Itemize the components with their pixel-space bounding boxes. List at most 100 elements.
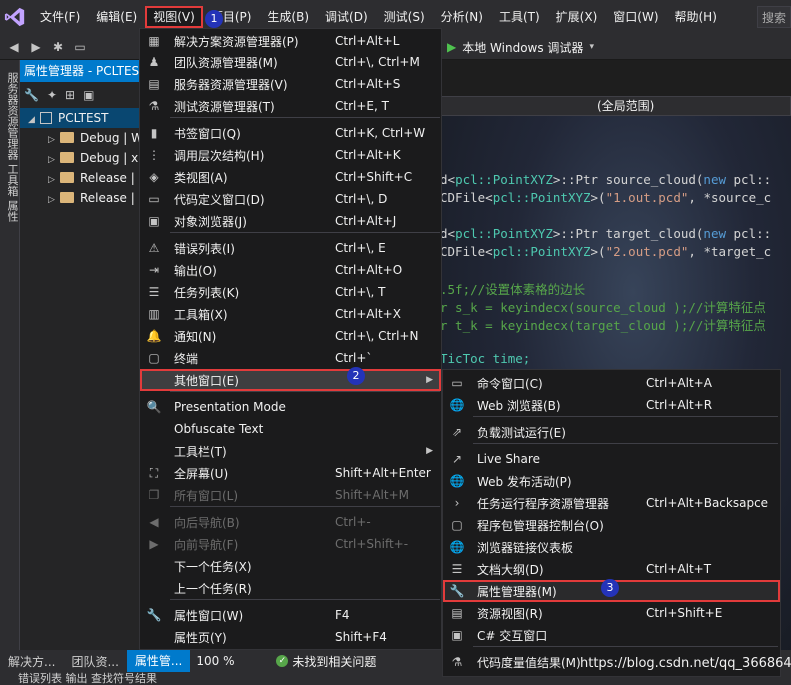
code-string: "2.out.pcd": [605, 244, 689, 259]
all-windows-icon: ❐: [148, 488, 160, 502]
other-windows-menu-item[interactable]: ⇗ 负载测试运行(E): [443, 421, 780, 443]
menu-tools[interactable]: 工具(T): [491, 6, 548, 28]
code-line[interactable]: CDFile<pcl::PointXYZ>("2.out.pcd", *targ…: [440, 244, 771, 259]
menu-build[interactable]: 生成(B): [259, 6, 317, 28]
other-windows-menu-item[interactable]: ▤ 资源视图(R) Ctrl+Shift+E: [443, 602, 780, 624]
menu-edit[interactable]: 编辑(E): [88, 6, 145, 28]
view-menu-item[interactable]: 工具栏(T) ▶: [140, 440, 441, 462]
open-folder-icon[interactable]: ▭: [72, 39, 88, 55]
view-menu-item[interactable]: ▦ 解决方案资源管理器(P) Ctrl+Alt+L: [140, 30, 441, 52]
collapsed-arrow-icon[interactable]: ▷: [48, 130, 60, 148]
menu-help[interactable]: 帮助(H): [667, 6, 725, 28]
tree-item[interactable]: ▷ Debug | x: [20, 148, 139, 168]
tab-solution-explorer[interactable]: 解决方...: [0, 653, 63, 670]
other-windows-menu-item[interactable]: ▣ C# 交互窗口: [443, 624, 780, 646]
expanded-arrow-icon[interactable]: ◢: [28, 110, 40, 128]
shortcut-text: Ctrl+Alt+J: [335, 214, 397, 228]
view-menu-item[interactable]: ◈ 类视图(A) Ctrl+Shift+C: [140, 166, 441, 188]
view-menu-item[interactable]: ▣ 对象浏览器(J) Ctrl+Alt+J: [140, 210, 441, 232]
side-tool-strip-label[interactable]: 服务器资源管理器 工具箱 属性: [4, 72, 20, 222]
collapsed-arrow-icon[interactable]: ▷: [48, 190, 60, 208]
other-windows-menu-item[interactable]: › 任务运行程序资源管理器 Ctrl+Alt+Backsapce: [443, 492, 780, 514]
start-debugging-button[interactable]: ▶ 本地 Windows 调试器 ▾: [447, 38, 594, 56]
collapsed-arrow-icon[interactable]: ▷: [48, 170, 60, 188]
code-line[interactable]: r t_k = keyindecx(target_cloud );//计算特征点: [440, 315, 766, 334]
view-menu-item[interactable]: ⇥ 输出(O) Ctrl+Alt+O: [140, 259, 441, 281]
view-menu-item[interactable]: 下一个任务(X): [140, 555, 441, 577]
shortcut-text: Ctrl+Alt+O: [335, 263, 403, 277]
other-windows-menu-item[interactable]: ▭ 命令窗口(C) Ctrl+Alt+A: [443, 372, 780, 394]
view-menu-item[interactable]: ☰ 任务列表(K) Ctrl+\, T: [140, 281, 441, 303]
view-menu-item[interactable]: ▥ 工具箱(X) Ctrl+Alt+X: [140, 303, 441, 325]
issues-indicator[interactable]: ✓ 未找到相关问题: [276, 653, 376, 670]
view-menu-item[interactable]: ⋮ 调用层次结构(H) Ctrl+Alt+K: [140, 144, 441, 166]
view-menu-item[interactable]: ⛶ 全屏幕(U) Shift+Alt+Enter: [140, 462, 441, 484]
globe-icon: 🌐: [449, 398, 465, 412]
menu-debug[interactable]: 调试(D): [317, 6, 376, 28]
chevron-down-icon[interactable]: ▾: [589, 42, 594, 52]
tree-item[interactable]: ▷ Release |: [20, 188, 139, 208]
shortcut-text: Ctrl+E, T: [335, 99, 389, 113]
shortcut-text: Ctrl+\, D: [335, 192, 388, 206]
menu-window[interactable]: 窗口(W): [605, 6, 666, 28]
view-menu-item[interactable]: ⚗ 测试资源管理器(T) Ctrl+E, T: [140, 95, 441, 117]
view-menu-item-label: 任务列表(K): [174, 285, 240, 300]
tree-item[interactable]: ▷ Debug | W: [20, 128, 139, 148]
code-line[interactable]: TicToc time;: [440, 351, 530, 366]
other-windows-menu-item[interactable]: 🌐 Web 浏览器(B) Ctrl+Alt+R: [443, 394, 780, 416]
view-menu-item[interactable]: ▢ 终端 Ctrl+`: [140, 347, 441, 369]
code-metrics-icon: ⚗: [451, 655, 463, 669]
view-menu-item-other-windows[interactable]: 其他窗口(E) ▶: [140, 369, 441, 391]
view-menu-item[interactable]: 属性页(Y) Shift+F4: [140, 626, 441, 648]
view-menu-item-label: 其他窗口(E): [174, 373, 239, 388]
menu-file[interactable]: 文件(F): [32, 6, 88, 28]
new-project-icon[interactable]: ✱: [50, 39, 66, 55]
view-menu-item[interactable]: ◀ 向后导航(B) Ctrl+-: [140, 511, 441, 533]
other-windows-menu-item[interactable]: ↗ Live Share: [443, 448, 780, 470]
tab-property-manager[interactable]: 属性管...: [126, 650, 191, 672]
other-windows-menu-item[interactable]: 🌐 Web 发布活动(P): [443, 470, 780, 492]
menu-extensions[interactable]: 扩展(X): [548, 6, 606, 28]
code-line[interactable]: r s_k = keyindecx(source_cloud );//计算特征点: [440, 297, 766, 316]
shortcut-text: Ctrl+Alt+T: [646, 562, 712, 576]
scope-dropdown[interactable]: (全局范围): [436, 96, 791, 116]
code-line[interactable]: .5f;//设置体素格的边长: [440, 279, 585, 298]
collapsed-arrow-icon[interactable]: ▷: [48, 150, 60, 168]
tree-item[interactable]: ▷ Release |: [20, 168, 139, 188]
code-text: >(: [590, 190, 606, 205]
save-icon[interactable]: ▣: [83, 88, 94, 102]
tree-item-root[interactable]: ◢ PCLTEST: [20, 108, 139, 128]
tab-team-explorer[interactable]: 团队资...: [63, 653, 126, 670]
menu-analyze[interactable]: 分析(N): [433, 6, 491, 28]
add-property-sheet-icon[interactable]: ✦: [47, 88, 57, 102]
view-menu-item[interactable]: ▶ 向前导航(F) Ctrl+Shift+-: [140, 533, 441, 555]
wrench-icon[interactable]: 🔧: [24, 88, 39, 102]
view-menu-item[interactable]: ▤ 服务器资源管理器(V) Ctrl+Alt+S: [140, 73, 441, 95]
view-menu-item[interactable]: 上一个任务(R): [140, 577, 441, 599]
zoom-level[interactable]: 100 %: [196, 654, 256, 668]
menu-view[interactable]: 视图(V): [145, 6, 203, 28]
other-windows-menu-item[interactable]: ▢ 程序包管理器控制台(O): [443, 514, 780, 536]
other-windows-menu-item[interactable]: ☰ 文档大纲(D) Ctrl+Alt+T: [443, 558, 780, 580]
search-box[interactable]: 搜索: [757, 6, 791, 28]
menu-test[interactable]: 测试(S): [376, 6, 433, 28]
other-windows-menu-item[interactable]: 🌐 浏览器链接仪表板: [443, 536, 780, 558]
code-line[interactable]: d<pcl::PointXYZ>::Ptr target_cloud(new p…: [440, 226, 771, 241]
view-menu-item[interactable]: 🔧 属性窗口(W) F4: [140, 604, 441, 626]
view-menu-item[interactable]: 🔍 Presentation Mode: [140, 396, 441, 418]
shortcut-text: Ctrl+-: [335, 515, 371, 529]
back-icon[interactable]: ◀: [6, 39, 22, 55]
code-line[interactable]: d<pcl::PointXYZ>::Ptr source_cloud(new p…: [440, 172, 771, 187]
shortcut-text: Ctrl+Alt+S: [335, 77, 401, 91]
forward-icon[interactable]: ▶: [28, 39, 44, 55]
view-menu-item[interactable]: ⚠ 错误列表(I) Ctrl+\, E: [140, 237, 441, 259]
view-menu-item[interactable]: 🔔 通知(N) Ctrl+\, Ctrl+N: [140, 325, 441, 347]
view-menu-item[interactable]: ▭ 代码定义窗口(D) Ctrl+\, D: [140, 188, 441, 210]
view-menu-item[interactable]: ❐ 所有窗口(L) Shift+Alt+M: [140, 484, 441, 506]
code-keyword: new: [703, 172, 726, 187]
view-menu-item[interactable]: Obfuscate Text: [140, 418, 441, 440]
view-menu-item[interactable]: ♟ 团队资源管理器(M) Ctrl+\, Ctrl+M: [140, 51, 441, 73]
add-existing-icon[interactable]: ⊞: [65, 88, 75, 102]
code-line[interactable]: CDFile<pcl::PointXYZ>("1.out.pcd", *sour…: [440, 190, 771, 205]
view-menu-item[interactable]: ▮ 书签窗口(Q) Ctrl+K, Ctrl+W: [140, 122, 441, 144]
